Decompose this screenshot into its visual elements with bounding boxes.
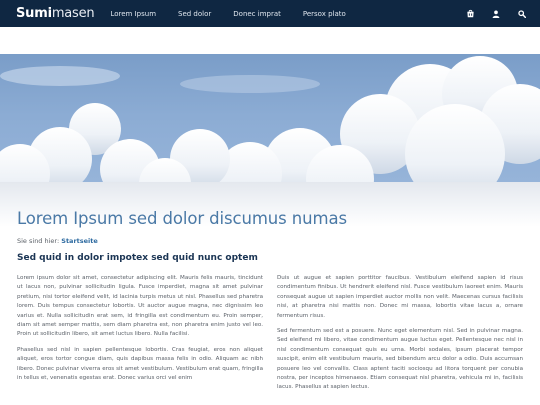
nav-item-donec-imprat[interactable]: Donec imprat (233, 10, 281, 18)
text-columns: Lorem ipsum dolor sit amet, consectetur … (17, 274, 523, 399)
logo-light-text: masen (51, 6, 95, 21)
right-paragraph-1: Duis ut augue et sapien porttitor faucib… (277, 275, 523, 319)
site-logo[interactable]: Sumi masen (16, 6, 95, 21)
nav-item-sed-dolor[interactable]: Sed dolor (178, 10, 211, 18)
left-column: Lorem ipsum dolor sit amet, consectetur … (17, 274, 263, 399)
header-tools (449, 9, 527, 19)
breadcrumb-prefix: Sie sind hier: (17, 237, 60, 245)
logo-bold-text: Sumi (16, 6, 52, 21)
paper-bag-icon[interactable] (465, 9, 475, 19)
user-icon[interactable] (491, 9, 501, 19)
main-content: Lorem Ipsum sed dolor discumus numas Sie… (17, 209, 523, 399)
nav-item-persox-plato[interactable]: Persox plato (303, 10, 346, 18)
top-navigation-bar: Sumi masen Lorem Ipsum Sed dolor Donec im… (0, 0, 540, 27)
nav-item-lorem-ipsum[interactable]: Lorem Ipsum (110, 10, 156, 18)
left-paragraph-2: Phasellus sed nisl in sapien pellentesqu… (17, 346, 263, 382)
hero-banner (0, 27, 540, 227)
breadcrumb-home-link[interactable]: Startseite (61, 237, 98, 245)
search-icon[interactable] (517, 9, 527, 19)
section-subtitle: Sed quid in dolor impotex sed quid nunc … (17, 253, 258, 263)
right-column: Duis ut augue et sapien porttitor faucib… (277, 274, 523, 399)
right-paragraph-2: Sed fermentum sed est a posuere. Nunc eg… (277, 328, 523, 391)
page-title: Lorem Ipsum sed dolor discumus numas (17, 209, 347, 228)
main-nav: Lorem Ipsum Sed dolor Donec imprat Perso… (110, 10, 367, 18)
breadcrumb: Sie sind hier: Startseite (17, 237, 523, 245)
left-paragraph-1: Lorem ipsum dolor sit amet, consectetur … (17, 275, 263, 338)
